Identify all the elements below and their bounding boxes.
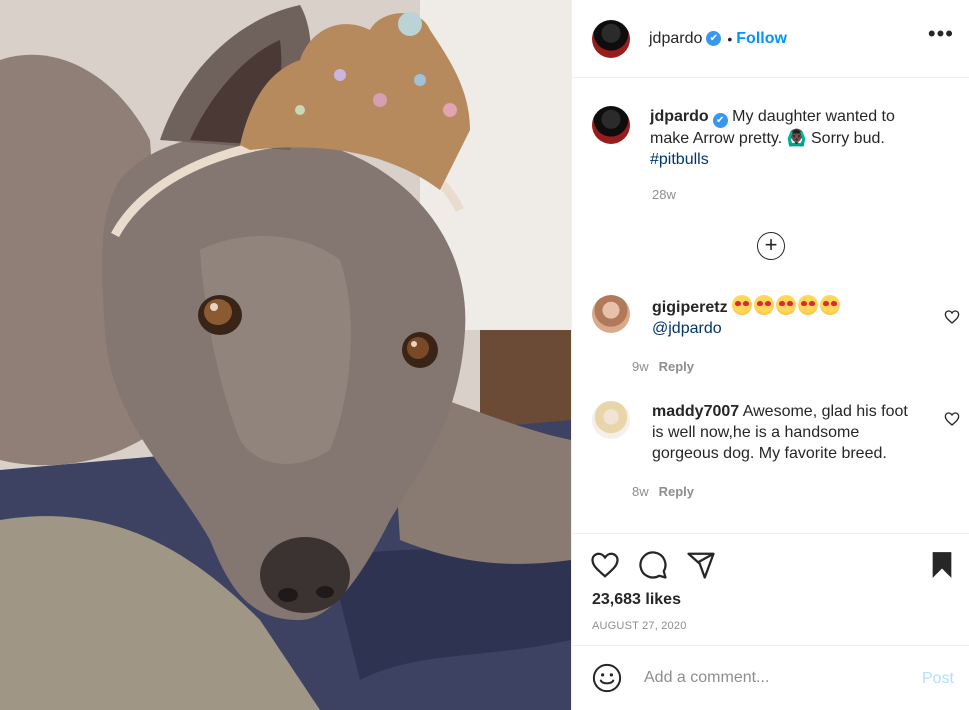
likes-count[interactable]: 23,683 likes <box>592 591 681 609</box>
comment-time[interactable]: 8w <box>632 484 649 499</box>
emoji-icon[interactable] <box>592 663 622 693</box>
share-icon[interactable] <box>686 550 716 580</box>
like-comment-heart-icon[interactable] <box>944 309 960 325</box>
comment-username[interactable]: maddy7007 <box>652 403 739 420</box>
post-image[interactable] <box>0 0 571 710</box>
post-actions: 23,683 likes AUGUST 27, 2020 <box>572 533 969 645</box>
caption-time[interactable]: 28w <box>652 187 676 202</box>
caption-author-avatar[interactable] <box>592 106 630 144</box>
post-date[interactable]: AUGUST 27, 2020 <box>592 620 687 632</box>
verified-badge-icon: ✔ <box>712 113 728 128</box>
dog-photo <box>0 0 571 710</box>
post-caption: jdpardo ✔ My daughter wanted to make Arro… <box>592 106 930 170</box>
author-avatar[interactable] <box>592 19 630 58</box>
comment-meta: 8w Reply <box>632 484 694 499</box>
comment-body: maddy7007 Awesome, glad his foot is well… <box>652 401 912 464</box>
comments-section[interactable]: jdpardo ✔ My daughter wanted to make Arro… <box>572 79 969 533</box>
caption-text-block: jdpardo ✔ My daughter wanted to make Arro… <box>650 106 930 170</box>
commenter-avatar[interactable] <box>592 401 630 439</box>
heart-eyes-emoji <box>732 295 753 315</box>
post-comment-button[interactable]: Post <box>922 670 954 688</box>
comment-icon[interactable] <box>638 550 668 580</box>
like-comment-heart-icon[interactable] <box>944 411 960 427</box>
comment-meta: 9w Reply <box>632 359 694 374</box>
heart-eyes-emoji-group <box>732 295 841 315</box>
comment-mention[interactable]: @jdpardo <box>652 320 722 337</box>
add-comment-bar: Post <box>572 645 969 710</box>
load-more-icon[interactable]: + <box>757 232 785 260</box>
author-username[interactable]: jdpardo <box>649 30 702 48</box>
heart-icon[interactable] <box>590 550 620 580</box>
more-options-icon[interactable]: ••• <box>928 23 954 45</box>
comment-item: maddy7007 Awesome, glad his foot is well… <box>592 401 962 464</box>
heart-eyes-emoji <box>776 295 797 315</box>
post-detail-panel: jdpardo ✔ • Follow ••• jdpardo ✔ My daugh… <box>571 0 969 710</box>
reply-button[interactable]: Reply <box>659 484 694 499</box>
comment-item: gigiperetz @jdpardo <box>592 295 962 339</box>
heart-eyes-emoji <box>754 295 775 315</box>
comment-input[interactable] <box>644 669 904 687</box>
reply-button[interactable]: Reply <box>659 359 694 374</box>
bookmark-icon[interactable] <box>928 550 956 580</box>
caption-hashtag[interactable]: #pitbulls <box>650 151 709 168</box>
caption-username[interactable]: jdpardo <box>650 108 709 125</box>
heart-eyes-emoji <box>820 295 841 315</box>
separator-dot: • <box>727 30 733 47</box>
heart-eyes-emoji <box>798 295 819 315</box>
comment-username[interactable]: gigiperetz <box>652 299 728 316</box>
follow-button[interactable]: Follow <box>736 30 787 48</box>
comment-time[interactable]: 9w <box>632 359 649 374</box>
commenter-avatar[interactable] <box>592 295 630 333</box>
verified-badge-icon: ✔ <box>706 31 722 46</box>
comment-body: gigiperetz @jdpardo <box>652 295 912 339</box>
post-header: jdpardo ✔ • Follow ••• <box>572 0 969 78</box>
